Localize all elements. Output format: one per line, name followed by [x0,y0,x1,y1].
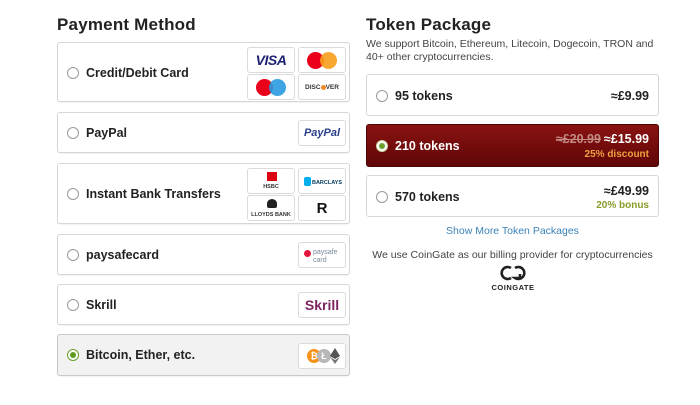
litecoin-icon: Ł [317,349,331,363]
radio-package-570[interactable] [376,191,388,203]
package-price: ≈£9.99 [610,89,649,103]
payment-option-label: paysafecard [86,248,159,262]
payment-option-paysafecard[interactable]: paysafecard paysafe card [57,234,350,275]
package-old-price: ≈£20.99 [555,132,601,146]
token-package-95[interactable]: 95 tokens ≈£9.99 [366,74,659,116]
token-package-570[interactable]: 570 tokens ≈£49.99 20% bonus [366,175,659,217]
radio-crypto[interactable] [67,349,79,361]
token-package-title: Token Package [366,15,492,34]
payment-option-label: PayPal [86,126,128,140]
hsbc-logo: HSBC [247,168,295,194]
radio-paypal[interactable] [67,127,79,139]
paypal-logo: PayPal [298,120,346,146]
radio-package-95[interactable] [376,90,388,102]
coingate-logo: COINGATE [487,265,539,295]
paysafecard-logo: paysafe card [298,242,346,268]
show-more-packages-link[interactable]: Show More Token Packages [366,225,659,237]
payment-method-title: Payment Method [57,15,196,34]
payment-option-skrill[interactable]: Skrill Skrill [57,284,350,325]
payment-option-crypto[interactable]: Bitcoin, Ether, etc. ₿ Ł [57,334,350,376]
package-label: 570 tokens [395,190,460,204]
payment-option-label: Skrill [86,298,117,312]
coingate-icon [500,265,526,281]
skrill-logo: Skrill [298,292,346,318]
barclays-logo: BARCLAYS [298,168,346,194]
package-bonus-note: 20% bonus [596,200,649,211]
payment-option-paypal[interactable]: PayPal PayPal [57,112,350,153]
payment-option-label: Credit/Debit Card [86,66,189,80]
visa-logo: VISA [247,47,295,73]
crypto-coins-logo: ₿ Ł [298,343,346,369]
mastercard-logo [298,47,346,73]
radio-card[interactable] [67,67,79,79]
revolut-logo: R [298,195,346,221]
lloyds-bank-logo: LLOYDS BANK [247,195,295,221]
payment-option-label: Bitcoin, Ether, etc. [86,348,196,362]
radio-paysafecard[interactable] [67,249,79,261]
radio-skrill[interactable] [67,299,79,311]
discover-logo: DISC VER [298,74,346,100]
payment-option-card[interactable]: Credit/Debit Card VISA DISC VER [57,42,350,102]
package-label: 210 tokens [395,139,460,153]
ethereum-icon [330,348,340,364]
maestro-logo [247,74,295,100]
package-price: ≈£49.99 [603,184,649,198]
payment-option-bank-transfer[interactable]: Instant Bank Transfers HSBC BARCLAYS LLO… [57,163,350,224]
token-package-210[interactable]: 210 tokens ≈£20.99 ≈£15.99 25% discount [366,124,659,167]
payment-option-label: Instant Bank Transfers [86,187,221,201]
package-discount-note: 25% discount [584,149,649,160]
radio-bank-transfer[interactable] [67,188,79,200]
token-package-description: We support Bitcoin, Ethereum, Litecoin, … [366,38,654,63]
radio-package-210[interactable] [376,140,388,152]
package-price: ≈£20.99 ≈£15.99 [555,132,649,146]
provider-text: We use CoinGate as our billing provider … [372,249,653,261]
package-label: 95 tokens [395,89,453,103]
